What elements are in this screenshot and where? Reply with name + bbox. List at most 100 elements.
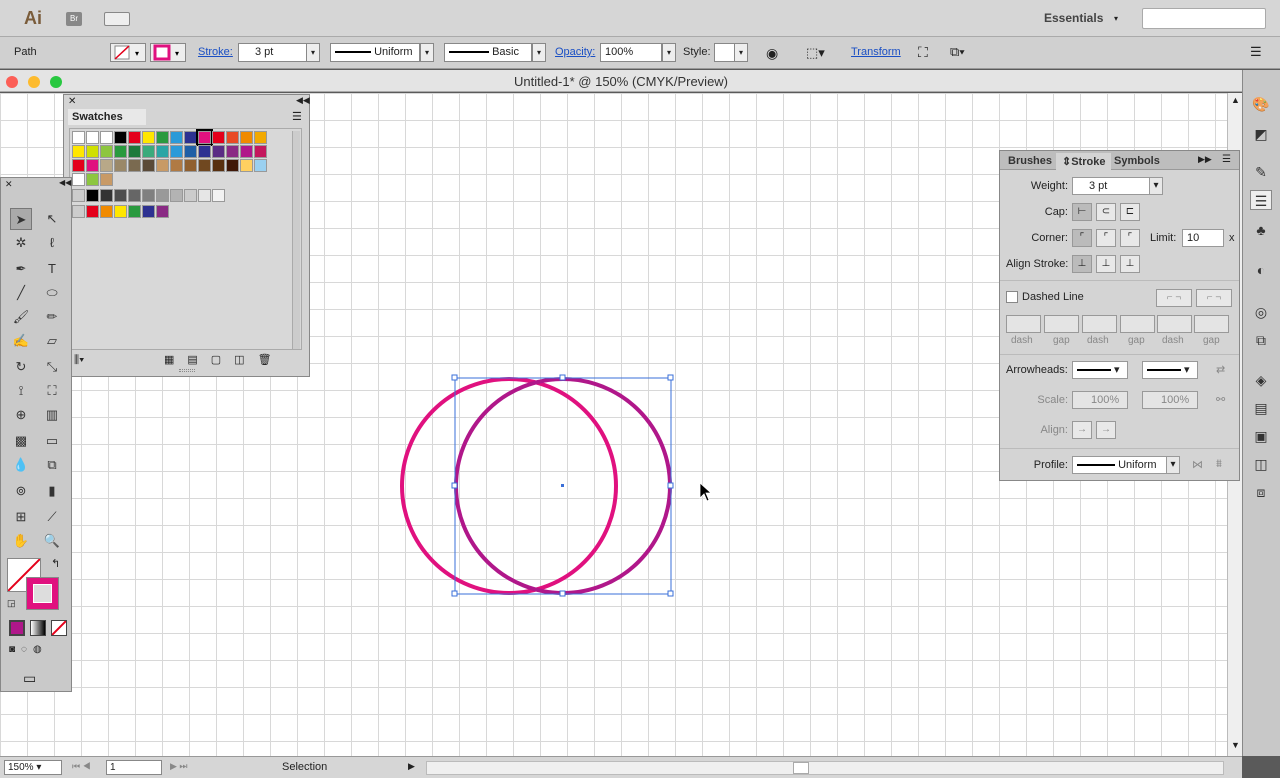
eyedropper-tool-icon[interactable]: 💧: [10, 454, 32, 476]
swatch[interactable]: [212, 159, 225, 172]
transform-panel-link[interactable]: Transform: [851, 46, 901, 58]
swatch[interactable]: [240, 145, 253, 158]
tab-symbols[interactable]: Symbols: [1108, 153, 1166, 169]
rotate-tool-icon[interactable]: ↻: [10, 356, 32, 378]
swatch-scrollbar[interactable]: [292, 131, 300, 349]
dash-field-1[interactable]: [1006, 315, 1041, 333]
swatch[interactable]: [240, 131, 253, 144]
tab-brushes[interactable]: Brushes: [1002, 153, 1058, 169]
swatches-tab[interactable]: Swatches: [68, 109, 146, 125]
artboard-number-field[interactable]: 1: [106, 760, 162, 775]
align-outside-button[interactable]: ⊥: [1120, 255, 1140, 273]
swatch[interactable]: [86, 189, 99, 202]
swatch[interactable]: [226, 145, 239, 158]
swatch-group-folder-icon[interactable]: [72, 189, 85, 202]
screen-mode-icon[interactable]: ▭: [23, 670, 36, 687]
arrow-tip-beyond-button[interactable]: →: [1072, 421, 1092, 439]
swatch[interactable]: [184, 131, 197, 144]
swatch[interactable]: [212, 189, 225, 202]
swatch-actions[interactable]: ▦▤▢◫🗑: [164, 353, 285, 366]
swatch[interactable]: [86, 145, 99, 158]
default-fill-stroke-icon[interactable]: ◲: [7, 598, 16, 609]
bridge-button[interactable]: Br: [66, 12, 82, 26]
flip-along-icon[interactable]: ⋈: [1192, 458, 1203, 471]
swatch[interactable]: [100, 189, 113, 202]
swatch[interactable]: [128, 131, 141, 144]
swatch[interactable]: [86, 205, 99, 218]
fill-color-button[interactable]: ▾: [110, 43, 146, 62]
close-panel-icon[interactable]: ✕: [5, 179, 13, 190]
swatch[interactable]: [170, 131, 183, 144]
swatch[interactable]: [198, 159, 211, 172]
swatch[interactable]: [184, 159, 197, 172]
graphic-style-button[interactable]: [714, 43, 736, 62]
stroke-color-button[interactable]: ▾: [150, 43, 186, 62]
swatch[interactable]: [254, 131, 267, 144]
swatch[interactable]: [72, 173, 85, 186]
swap-arrowheads-icon[interactable]: ⇄: [1216, 363, 1225, 376]
slice-tool-icon[interactable]: ⟋: [41, 506, 63, 528]
options-icon[interactable]: ⧉▾: [950, 44, 965, 60]
brush-definition[interactable]: Basic: [444, 43, 532, 62]
isolate-icon[interactable]: ⛶: [918, 44, 928, 61]
swap-fill-stroke-icon[interactable]: ↰: [51, 557, 60, 570]
swatch[interactable]: [198, 189, 211, 202]
swatch-libraries-icon[interactable]: ⫼▾: [74, 354, 84, 367]
stroke-panel-icon[interactable]: ☰: [1250, 190, 1272, 210]
transparency-panel-icon[interactable]: ◫: [1250, 454, 1272, 474]
round-cap-button[interactable]: ⊂: [1096, 203, 1116, 221]
symbols-panel-icon[interactable]: ♣: [1250, 220, 1272, 240]
swatch[interactable]: [100, 145, 113, 158]
start-arrowhead-select[interactable]: ▾: [1072, 361, 1128, 379]
preserve-dash-button[interactable]: ⌐ ¬: [1156, 289, 1192, 307]
scroll-down-icon[interactable]: ▼: [1231, 740, 1240, 750]
brushes-panel-icon[interactable]: ✎: [1250, 162, 1272, 182]
align-panel-icon[interactable]: ▤: [1250, 398, 1272, 418]
dash-field-3[interactable]: [1157, 315, 1192, 333]
variable-width-profile[interactable]: Uniform: [330, 43, 420, 62]
swatch[interactable]: [226, 131, 239, 144]
width-profile-select[interactable]: Uniform: [1072, 456, 1168, 474]
status-menu-icon[interactable]: ▶: [408, 761, 415, 772]
none-mode-button[interactable]: [51, 620, 67, 636]
color-guide-icon[interactable]: ◩: [1250, 124, 1272, 144]
swatch[interactable]: [184, 189, 197, 202]
swatch[interactable]: [86, 159, 99, 172]
workspace-switcher[interactable]: Essentials: [1044, 11, 1103, 25]
drawing-modes[interactable]: ◙◌◍: [9, 644, 65, 660]
swatch[interactable]: [114, 205, 127, 218]
swatch[interactable]: [142, 205, 155, 218]
swatch[interactable]: [226, 159, 239, 172]
swatch[interactable]: [100, 131, 113, 144]
circle-left[interactable]: [400, 377, 618, 595]
align-to-icon[interactable]: ⬚▾: [806, 45, 825, 61]
dash-field-2[interactable]: [1082, 315, 1117, 333]
miter-join-button[interactable]: ⌜: [1072, 229, 1092, 247]
chevron-down-icon[interactable]: ▾: [1149, 177, 1163, 195]
ellipse-tool-icon[interactable]: ⬭: [41, 282, 63, 304]
swatch[interactable]: [114, 131, 127, 144]
gradient-tool-icon[interactable]: ▭: [41, 430, 63, 452]
swatch[interactable]: [86, 131, 99, 144]
limit-field[interactable]: 10: [1182, 229, 1224, 247]
swatch[interactable]: [156, 189, 169, 202]
gap-field-3[interactable]: [1194, 315, 1229, 333]
eraser-tool-icon[interactable]: ▱: [41, 330, 63, 352]
swatch-group-folder-icon[interactable]: [72, 205, 85, 218]
swatch[interactable]: [240, 159, 253, 172]
scroll-up-icon[interactable]: ▲: [1231, 95, 1240, 105]
swatch[interactable]: [196, 129, 213, 146]
zoom-tool-icon[interactable]: 🔍: [41, 530, 63, 552]
swatch[interactable]: [156, 159, 169, 172]
chevron-down-icon[interactable]: ▾: [662, 43, 676, 62]
layers-panel-icon[interactable]: ◈: [1250, 370, 1272, 390]
graphic-styles-icon[interactable]: ◎: [1250, 302, 1272, 322]
link-scale-icon[interactable]: ⚯: [1216, 393, 1225, 406]
end-arrowhead-select[interactable]: ▾: [1142, 361, 1198, 379]
mesh-tool-icon[interactable]: ▩: [10, 430, 32, 452]
arrow-tip-at-end-button[interactable]: →: [1096, 421, 1116, 439]
color-panel-icon[interactable]: 🎨: [1250, 94, 1272, 114]
butt-cap-button[interactable]: ⊢: [1072, 203, 1092, 221]
zoom-level-field[interactable]: 150% ▾: [4, 760, 62, 775]
horizontal-scrollbar[interactable]: [426, 761, 1224, 775]
